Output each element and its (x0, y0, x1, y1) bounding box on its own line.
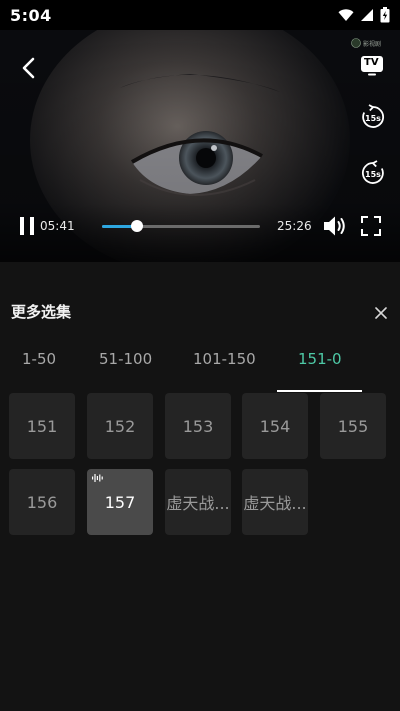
tab-1-50[interactable]: 1-50 (22, 350, 56, 368)
forward-15-label: 15s (365, 169, 381, 179)
playing-bars-icon (92, 474, 103, 482)
episode-155[interactable]: 155 (320, 393, 386, 459)
episode-159[interactable]: 虚天战... (242, 469, 308, 535)
panel-title: 更多选集 (11, 303, 72, 321)
episode-label: 155 (337, 416, 369, 436)
tv-cast-label: TV (364, 57, 379, 68)
watermark-logo-art (351, 38, 361, 48)
total-time: 25:26 (277, 219, 312, 233)
video-player[interactable]: 影视剧 TV 15s 15s 05:41 25:26 (0, 30, 400, 262)
episode-158[interactable]: 虚天战... (165, 469, 231, 535)
status-bar: 5:04 (0, 0, 400, 30)
close-button[interactable] (370, 302, 392, 324)
episode-label: 157 (104, 492, 136, 512)
rewind-15-label: 15s (365, 113, 381, 123)
fullscreen-icon (361, 216, 381, 236)
pause-icon (20, 217, 34, 235)
tab-101-150[interactable]: 101-150 (193, 350, 256, 368)
episode-label: 153 (182, 416, 214, 436)
forward-15-button[interactable]: 15s (360, 160, 386, 186)
rewind-15-button[interactable]: 15s (360, 104, 386, 130)
progress-knob[interactable] (130, 220, 143, 232)
episode-152[interactable]: 152 (87, 393, 153, 459)
wifi-icon (338, 9, 354, 21)
watermark-logo: 影视剧 (340, 36, 392, 50)
close-icon (375, 307, 387, 319)
volume-icon (324, 216, 345, 236)
episode-label: 154 (259, 416, 291, 436)
episode-154[interactable]: 154 (242, 393, 308, 459)
episode-label: 虚天战... (243, 494, 307, 513)
back-arrow-icon (22, 57, 35, 79)
pause-button[interactable] (16, 214, 38, 238)
episode-151[interactable]: 151 (9, 393, 75, 459)
episode-label: 156 (26, 492, 58, 512)
episode-label: 虚天战... (166, 494, 230, 513)
volume-button[interactable] (322, 214, 348, 238)
episode-panel: 更多选集 1-50 51-100 101-150 151-0 151 152 1… (0, 262, 400, 711)
tv-cast-button[interactable]: TV (358, 54, 386, 78)
status-icons (338, 7, 390, 23)
episode-157[interactable]: 157 (87, 469, 153, 535)
fullscreen-button[interactable] (360, 215, 382, 237)
signal-icon (361, 9, 373, 21)
battery-icon (380, 7, 390, 23)
status-time: 5:04 (10, 5, 52, 25)
episode-label: 152 (104, 416, 136, 436)
tab-151-0[interactable]: 151-0 (298, 350, 342, 368)
progress-bar[interactable] (102, 220, 260, 232)
current-time: 05:41 (40, 219, 75, 233)
tab-51-100[interactable]: 51-100 (99, 350, 152, 368)
episode-156[interactable]: 156 (9, 469, 75, 535)
watermark-text: 影视剧 (362, 40, 381, 48)
episode-153[interactable]: 153 (165, 393, 231, 459)
active-tab-indicator (277, 390, 362, 392)
back-button[interactable] (14, 54, 42, 82)
range-tabs: 1-50 51-100 101-150 151-0 (0, 350, 400, 394)
episode-label: 151 (26, 416, 58, 436)
